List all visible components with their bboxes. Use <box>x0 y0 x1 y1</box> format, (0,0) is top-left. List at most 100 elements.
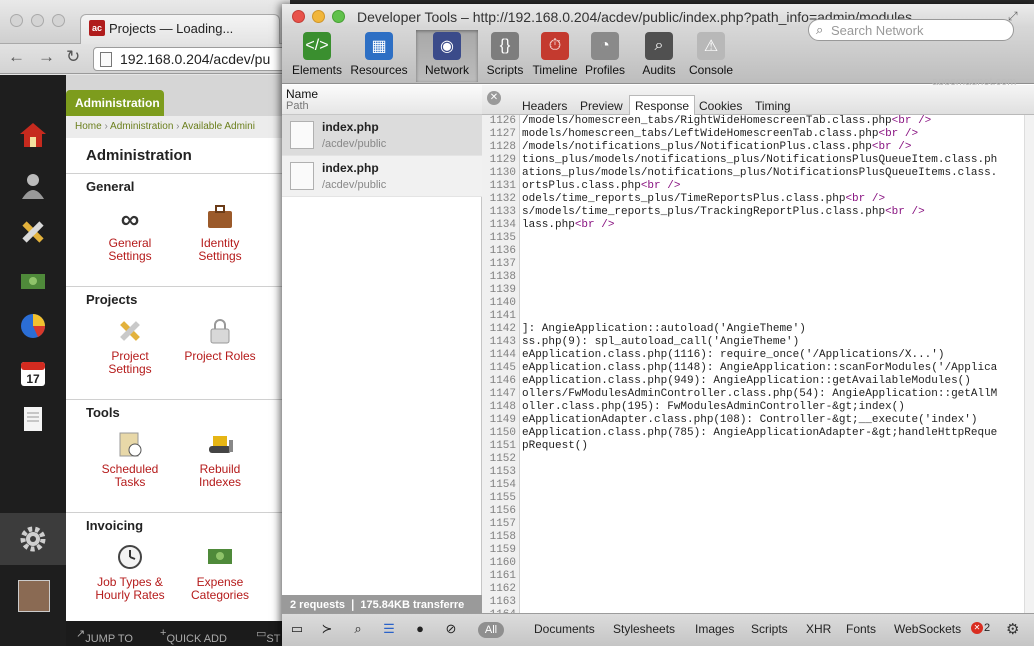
tile-project-roles[interactable]: Project Roles <box>180 317 260 363</box>
line-number: 1131 <box>489 180 516 192</box>
filter-stylesheets[interactable]: Stylesheets <box>613 622 675 636</box>
avatar[interactable] <box>18 580 50 612</box>
request-row[interactable]: index.php /acdev/public <box>282 115 482 156</box>
close-window-button[interactable] <box>10 14 23 27</box>
money-icon[interactable] <box>17 265 49 297</box>
home-icon[interactable] <box>17 119 49 151</box>
tab-timing[interactable]: Timing <box>750 97 796 115</box>
html-tag: <br /> <box>878 128 919 140</box>
breadcrumb-home[interactable]: Home <box>75 121 102 132</box>
pie-chart-icon[interactable] <box>17 310 49 342</box>
divider <box>66 512 290 513</box>
infinity-logo-icon: ∞ <box>120 204 140 234</box>
gear-icon[interactable]: ⚙ <box>1006 620 1019 638</box>
zoom-window-button[interactable] <box>332 10 345 23</box>
search-icon[interactable]: ⌕ <box>349 620 367 638</box>
toolbar-console[interactable]: ⚠ Console <box>680 30 742 82</box>
breadcrumb-available[interactable]: Available Admini <box>182 121 255 132</box>
tile-label: Indexes <box>198 475 242 489</box>
timeline-icon: ⏱ <box>541 32 569 60</box>
admin-tab[interactable]: Administration <box>66 90 164 116</box>
document-icon[interactable] <box>17 403 49 435</box>
zoom-window-button[interactable] <box>52 14 65 27</box>
page-title: Administration <box>86 147 192 164</box>
code-line: odels/time_reports_plus/TimeReportsPlus.… <box>522 193 886 205</box>
toolbar-elements[interactable]: </> Elements <box>286 30 348 82</box>
app-sidebar: 17 <box>0 75 66 646</box>
more-button[interactable]: ▭ ST <box>256 627 280 645</box>
arrow-left-icon[interactable]: ← <box>8 47 25 67</box>
clear-icon[interactable]: ⊘ <box>442 620 460 638</box>
tab-favicon: ac <box>89 20 105 36</box>
vertical-scrollbar[interactable] <box>1024 115 1034 613</box>
response-body[interactable]: 1126 1127 1128 1129 1130 1131 1132 1133 1134 1135… <box>482 115 1024 613</box>
url-bar[interactable]: 192.168.0.204/acdev/pu <box>93 47 293 71</box>
request-row[interactable]: index.php /acdev/public <box>282 156 482 197</box>
search-input[interactable]: ⌕ Search Network <box>808 19 1014 41</box>
tile-identity-settings[interactable]: Identity Settings <box>180 204 260 263</box>
quick-add-button[interactable]: + QUICK ADD <box>160 627 227 645</box>
minimize-window-button[interactable] <box>312 10 325 23</box>
filter-all[interactable]: All <box>478 622 504 638</box>
filter-scripts[interactable]: Scripts <box>751 622 788 636</box>
console-icon: ⚠ <box>697 32 725 60</box>
filter-xhr[interactable]: XHR <box>806 622 831 636</box>
tile-expense-categories[interactable]: Expense Categories <box>180 543 260 602</box>
people-icon[interactable] <box>17 170 49 202</box>
filter-websockets[interactable]: WebSockets <box>894 622 961 636</box>
filter-documents[interactable]: Documents <box>534 622 595 636</box>
list-header[interactable]: Name Path <box>282 85 482 115</box>
pencil-ruler-icon[interactable] <box>17 216 49 248</box>
section-invoicing-title: Invoicing <box>86 518 144 533</box>
filter-images[interactable]: Images <box>695 622 734 636</box>
tab-cookies[interactable]: Cookies <box>694 97 747 115</box>
filter-fonts[interactable]: Fonts <box>846 622 876 636</box>
tile-label: Expense <box>196 575 244 589</box>
code-line: eApplication.class.php(1148): AngieAppli… <box>522 362 998 374</box>
toolbar-profiles[interactable]: ◔ Profiles <box>574 30 636 82</box>
error-icon[interactable]: ✕ <box>971 622 983 634</box>
arrow-right-icon[interactable]: → <box>38 47 55 67</box>
line-number: 1145 <box>489 362 516 374</box>
line-number: 1151 <box>489 440 516 452</box>
elements-icon: </> <box>303 32 331 60</box>
tab-headers[interactable]: Headers <box>517 97 572 115</box>
breadcrumb-administration[interactable]: Administration <box>110 121 173 132</box>
toolbar-resources[interactable]: ▦ Resources <box>348 30 410 82</box>
record-icon[interactable]: ● <box>411 620 429 638</box>
tile-rebuild-indexes[interactable]: Rebuild Indexes <box>180 430 260 489</box>
gear-icon[interactable] <box>17 523 49 555</box>
line-number: 1156 <box>489 505 516 517</box>
console-toggle-icon[interactable]: ≻ <box>318 620 336 638</box>
reload-icon[interactable]: ↻ <box>66 47 80 67</box>
calendar-icon[interactable]: 17 <box>17 357 49 389</box>
code-line: tions_plus/models/notifications_plus/Not… <box>522 154 998 166</box>
tile-job-types[interactable]: Job Types & Hourly Rates <box>90 543 170 602</box>
html-tag: <br /> <box>574 219 615 231</box>
tab-response[interactable]: Response <box>629 95 696 116</box>
code-line: s/models/time_reports_plus/TrackingRepor… <box>522 206 925 218</box>
minimize-window-button[interactable] <box>31 14 44 27</box>
dock-icon[interactable]: ▭ <box>288 620 306 638</box>
line-number: 1149 <box>489 414 516 426</box>
code-line: ollers/FwModulesAdminController.class.ph… <box>522 388 998 400</box>
toolbar-network[interactable]: ◉ Network <box>416 30 478 82</box>
tile-scheduled-tasks[interactable]: Scheduled Tasks <box>90 430 170 489</box>
line-number: 1140 <box>489 297 516 309</box>
request-list: Name Path index.php /acdev/public index.… <box>282 85 482 595</box>
tile-project-settings[interactable]: Project Settings <box>90 317 170 376</box>
error-count: 2 <box>984 622 991 634</box>
line-number: 1153 <box>489 466 516 478</box>
jump-to-button[interactable]: ↗ JUMP TO <box>76 627 133 645</box>
tile-general-settings[interactable]: ∞ General Settings <box>90 204 170 263</box>
browser-tab[interactable]: ac Projects — Loading... <box>80 14 280 44</box>
tab-preview[interactable]: Preview <box>575 97 628 115</box>
close-window-button[interactable] <box>292 10 305 23</box>
toolbar-label: Profiles <box>584 63 625 77</box>
list-icon[interactable]: ☰ <box>380 620 398 638</box>
close-icon[interactable]: ✕ <box>487 91 501 105</box>
